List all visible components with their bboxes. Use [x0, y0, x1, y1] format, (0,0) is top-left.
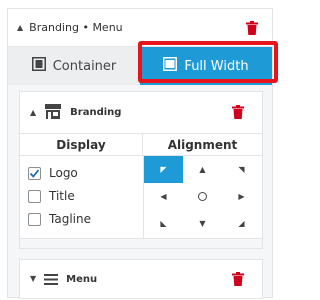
tab-full-width-label: Full Width — [184, 58, 249, 74]
align-bottom-center-button[interactable]: ▼ — [183, 210, 222, 237]
align-bottom-left-icon: ◣ — [160, 219, 167, 228]
width-tabs: Container Full Width — [8, 47, 272, 85]
menu-title: Menu — [66, 273, 98, 285]
align-bottom-right-button[interactable]: ◢ — [222, 210, 261, 237]
title-checkbox[interactable] — [28, 189, 41, 203]
display-header: Display — [20, 134, 143, 156]
hamburger-icon — [44, 270, 59, 289]
branding-section: ▲ Branding Display Alignment Logo Title — [19, 91, 263, 249]
tagline-checkbox[interactable] — [28, 212, 41, 226]
menu-header[interactable]: ▼ Menu — [20, 260, 262, 298]
title-menu: Menu — [92, 21, 123, 34]
align-middle-left-button[interactable]: ◀ — [144, 183, 183, 210]
collapse-arrow-icon[interactable]: ▲ — [30, 108, 36, 117]
menu-section: ▼ Menu — [19, 259, 263, 299]
delete-menu-icon[interactable] — [232, 272, 244, 286]
align-top-left-button[interactable]: ◤ — [144, 156, 183, 183]
panel-header[interactable]: ▲ Branding • Menu — [8, 9, 272, 47]
align-center-icon — [198, 192, 207, 201]
align-middle-right-button[interactable]: ▶ — [222, 183, 261, 210]
align-top-center-button[interactable]: ▲ — [183, 156, 222, 183]
align-center-button[interactable] — [183, 183, 222, 210]
alignment-header: Alignment — [143, 134, 262, 156]
expand-arrow-icon[interactable]: ▼ — [30, 275, 36, 283]
delete-row-icon[interactable] — [246, 21, 258, 35]
builder-panel: ▲ Branding • Menu Container Full Width ▲ — [7, 8, 273, 299]
alignment-grid: ◤ ▲ ◥ ◀ ▶ ◣ ▼ ◢ — [144, 156, 262, 238]
align-bottom-center-icon: ▼ — [199, 219, 206, 228]
align-bottom-left-button[interactable]: ◣ — [144, 210, 183, 237]
branding-header[interactable]: ▲ Branding — [20, 92, 262, 134]
tagline-label: Tagline — [49, 212, 91, 226]
logo-checkbox[interactable] — [28, 166, 41, 180]
align-top-right-button[interactable]: ◥ — [222, 156, 261, 183]
store-icon — [44, 103, 62, 123]
option-tagline[interactable]: Tagline — [28, 212, 91, 226]
tab-container-label: Container — [52, 58, 117, 74]
align-middle-left-icon: ◀ — [160, 192, 167, 201]
branding-footer — [20, 238, 262, 248]
collapse-arrow-icon[interactable]: ▲ — [17, 23, 23, 32]
title-branding: Branding — [29, 21, 79, 34]
title-label: Title — [49, 189, 75, 203]
branding-title: Branding — [70, 107, 122, 118]
container-icon — [31, 57, 46, 75]
align-middle-right-icon: ▶ — [238, 192, 245, 201]
option-title[interactable]: Title — [28, 189, 75, 203]
delete-branding-icon[interactable] — [232, 105, 244, 119]
panel-title: Branding • Menu — [29, 21, 122, 34]
option-logo[interactable]: Logo — [28, 166, 78, 180]
title-separator: • — [82, 21, 89, 34]
tab-full-width[interactable]: Full Width — [140, 47, 272, 85]
tab-container[interactable]: Container — [8, 47, 140, 85]
align-top-right-icon: ◥ — [238, 165, 245, 174]
align-bottom-right-icon: ◢ — [238, 219, 245, 228]
full-width-icon — [163, 57, 178, 75]
logo-label: Logo — [49, 166, 78, 180]
align-top-center-icon: ▲ — [199, 165, 206, 174]
align-top-left-icon: ◤ — [160, 165, 167, 174]
